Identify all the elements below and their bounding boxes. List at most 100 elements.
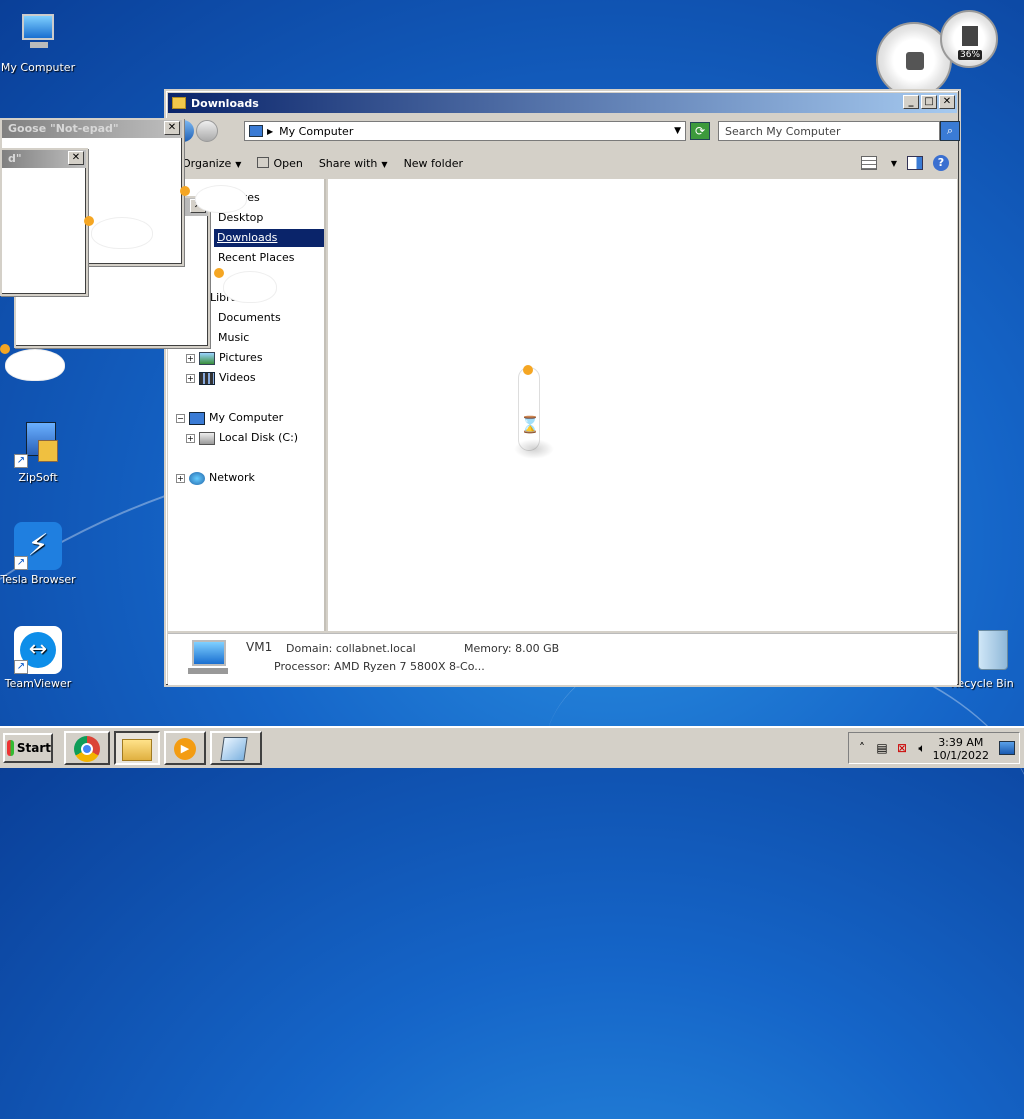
show-hidden-icons-icon[interactable]: ˄ [855,741,869,755]
explorer-titlebar[interactable]: Downloads _ □ ✕ [168,93,957,113]
tree-item-local-disk[interactable]: + Local Disk (C:) [186,429,298,447]
recycle-bin-icon [958,626,1008,674]
taskbar-explorer[interactable] [114,731,160,765]
computer-icon [249,125,263,137]
address-dropdown-icon[interactable]: ▼ [674,126,681,136]
view-controls: ▼ ? [860,155,949,171]
file-list-pane[interactable]: ⌛ [328,179,957,631]
minimize-button[interactable]: _ [903,95,919,109]
new-folder-button[interactable]: New folder [404,157,463,170]
desktop-icon-label: TeamViewer [4,677,72,690]
start-button[interactable]: Start [3,733,53,763]
window-title: Downloads [191,96,259,110]
goose-beak [214,268,224,278]
tree-item-my-computer[interactable]: − My Computer [176,409,283,427]
teamviewer-icon: ↔ ↗ [14,626,62,674]
view-options-chevron-icon[interactable]: ▼ [891,159,897,168]
desktop-icon-my-computer[interactable]: My Computer [0,10,78,74]
search-input[interactable]: Search My Computer [718,121,940,141]
tree-item-videos[interactable]: + Videos [186,369,256,387]
zipsoft-icon: ↗ [14,420,62,468]
goose-window-title: Goose "Not-epad" [8,122,119,135]
address-bar[interactable]: ▶ My Computer ▼ [244,121,686,141]
address-chevron-icon[interactable]: ▶ [267,127,273,136]
shortcut-arrow-icon: ↗ [14,556,28,570]
computer-name: VM1 [246,640,273,654]
close-button[interactable]: ✕ [164,121,180,135]
clock-date: 10/1/2022 [932,749,989,762]
tree-item-documents[interactable]: Documents [218,309,281,327]
close-button[interactable]: ✕ [939,95,955,109]
expand-icon[interactable]: + [176,473,185,483]
tree-item-pictures[interactable]: + Pictures [186,349,263,367]
goose-beak [523,365,533,375]
tree-item-recent-places[interactable]: Recent Places [218,249,295,267]
goose-beak [180,186,190,196]
goose-window-titlebar[interactable]: d" ✕ [2,150,86,168]
tree-item-network[interactable]: + Network [176,469,255,487]
change-view-icon[interactable] [860,156,877,170]
action-center-icon[interactable]: ▤ [875,741,889,755]
memory-percent: 36% [958,50,983,60]
close-button[interactable]: ✕ [68,151,84,165]
hard-drive-icon [199,431,215,445]
volume-icon[interactable]: 🔈︎ [915,741,929,755]
goose-beak [0,344,10,354]
desktop-icon-tesla-browser[interactable]: ⚡ ↗ Tesla Browser [0,522,78,586]
clock-time: 3:39 AM [938,736,984,749]
address-row: ▶ My Computer ▼ ⟳ Search My Computer ⌕ [168,119,960,143]
show-desktop-icon[interactable] [999,741,1015,755]
address-text: My Computer [279,124,354,138]
help-icon[interactable]: ? [933,155,949,171]
computer-icon [14,10,62,58]
maximize-button[interactable]: □ [921,95,937,109]
taskbar-notepad[interactable] [210,731,262,765]
taskbar-chrome[interactable] [64,731,110,765]
shortcut-arrow-icon: ↗ [14,454,28,468]
chevron-down-icon: ▼ [235,159,242,169]
pictures-icon [199,351,215,365]
command-bar: Organize ▼ Open Share with ▼ New folder ▼ … [168,149,957,177]
clock[interactable]: 3:39 AM 10/1/2022 [933,736,989,762]
window-controls: _ □ ✕ [903,95,955,109]
expand-icon[interactable]: + [186,373,195,383]
videos-icon [199,371,215,385]
organize-button[interactable]: Organize ▼ [182,157,241,170]
chevron-down-icon: ▼ [381,159,388,169]
computer-memory: Memory: 8.00 GB [464,642,560,655]
memory-gauge-gadget[interactable]: 36% [940,10,998,68]
goose-window-title: d" [8,152,22,165]
memory-chip-icon [962,26,978,46]
system-tray: ˄ ▤ ⊠ 🔈︎ 3:39 AM 10/1/2022 [848,732,1020,764]
collapse-icon[interactable]: − [176,413,185,423]
goose [6,350,64,380]
open-button[interactable]: Open [257,156,303,170]
goose [224,272,276,302]
goose-notepad-window[interactable]: d" ✕ [0,148,88,296]
share-with-button[interactable]: Share with ▼ [319,157,388,170]
explorer-window[interactable]: Downloads _ □ ✕ ▶ My Computer ▼ ⟳ Search… [164,89,961,687]
folder-icon [172,97,186,109]
forward-button[interactable] [196,120,218,142]
expand-icon[interactable]: + [186,433,195,443]
network-disconnected-icon[interactable]: ⊠ [895,741,909,755]
gauge-needle [906,52,924,70]
network-icon [189,471,205,485]
computer-icon [189,411,205,425]
desktop-icon-zipsoft[interactable]: ↗ ZipSoft [0,420,78,484]
expand-icon[interactable]: + [186,353,195,363]
goose [196,186,246,212]
search-icon[interactable]: ⌕ [940,121,960,141]
mouse-cursor-icon: ⌛ [520,415,540,434]
desktop-icon-label: My Computer [0,61,76,74]
open-icon [257,156,270,168]
goose-window-titlebar[interactable]: Goose "Not-epad" ✕ [2,120,182,138]
refresh-button[interactable]: ⟳ [690,122,710,140]
folder-icon [122,739,152,761]
preview-pane-icon[interactable] [907,156,923,170]
desktop-icon-label: ZipSoft [18,471,58,484]
desktop-icon-teamviewer[interactable]: ↔ ↗ TeamViewer [0,626,78,690]
taskbar-media-player[interactable]: ▶ [164,731,206,765]
tree-item-downloads[interactable]: Downloads [214,229,324,247]
tree-item-music[interactable]: Music [218,329,249,347]
